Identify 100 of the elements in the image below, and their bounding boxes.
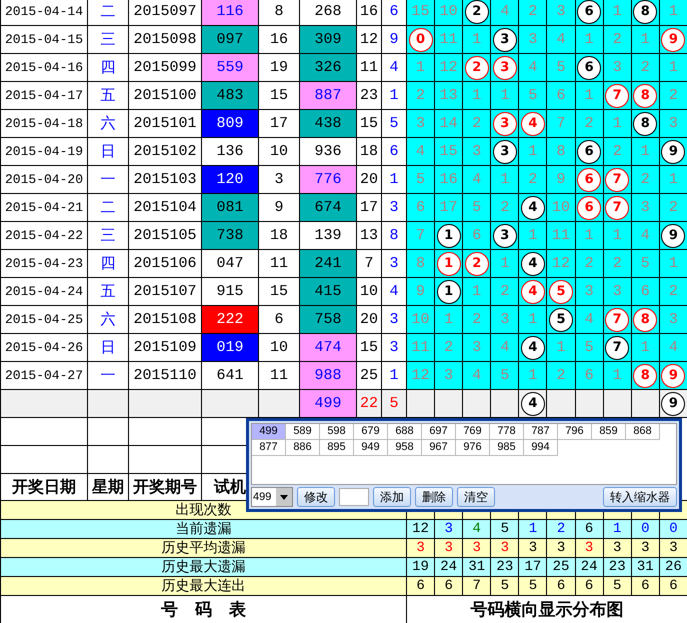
table-cell: 2015-04-21 — [0, 194, 88, 222]
table-cell: 1 — [631, 138, 660, 166]
table-cell: 1 — [603, 222, 632, 250]
table-cell: 3 — [659, 306, 687, 334]
list-item[interactable]: 949 — [354, 440, 388, 456]
table-cell: 1 — [518, 362, 547, 390]
table-cell: 6 — [462, 222, 491, 250]
table-cell: 16 — [434, 166, 463, 194]
dropdown-icon[interactable] — [276, 488, 292, 506]
transfer-button[interactable]: 转入缩水器 — [603, 487, 677, 507]
table-cell: 26 — [659, 558, 687, 576]
table-cell: 7 — [546, 110, 576, 138]
list-item[interactable]: 778 — [490, 424, 524, 440]
list-item[interactable]: 868 — [626, 424, 660, 440]
table-cell: 1 — [462, 278, 491, 306]
table-cell: 936 — [300, 138, 356, 166]
list-item[interactable]: 787 — [524, 424, 558, 440]
number-dropdown[interactable]: 499 — [251, 487, 293, 507]
table-cell: 二 — [88, 194, 128, 222]
table-cell: 2015-04-14 — [0, 0, 88, 26]
table-cell: 6 — [631, 576, 660, 596]
table-cell: 081 — [202, 194, 258, 222]
table-cell: 三 — [88, 26, 128, 54]
table-cell: 3 — [490, 306, 519, 334]
table-cell: 31 — [462, 558, 491, 576]
table-cell: 120 — [202, 166, 258, 194]
list-item[interactable]: 679 — [354, 424, 388, 440]
list-item[interactable]: 859 — [592, 424, 626, 440]
row-label: 历史最大遗漏 — [0, 558, 406, 576]
list-item[interactable]: 877 — [252, 440, 286, 456]
table-cell: 2015-04-25 — [0, 306, 88, 334]
list-item[interactable]: 967 — [422, 440, 456, 456]
table-cell: 20 — [356, 306, 382, 334]
number-input-field[interactable] — [339, 488, 369, 506]
list-item[interactable]: 994 — [524, 440, 558, 456]
table-cell: 13 — [434, 82, 463, 110]
table-cell: 3 — [406, 538, 435, 558]
table-cell: 5 — [575, 334, 604, 362]
number-ball: 2 — [464, 56, 489, 80]
number-ball: 7 — [605, 84, 630, 108]
number-ball: 1 — [436, 280, 461, 304]
table-cell: 23 — [603, 558, 632, 576]
table-cell: 3 — [490, 538, 519, 558]
table-cell: 13 — [356, 222, 382, 250]
list-item[interactable]: 688 — [388, 424, 422, 440]
table-cell: 2 — [518, 0, 547, 26]
number-ball: 4 — [520, 252, 545, 276]
delete-button[interactable]: 删除 — [415, 487, 453, 507]
list-item[interactable]: 697 — [422, 424, 456, 440]
number-ball: 6 — [577, 168, 602, 192]
table-cell: 2015-04-15 — [0, 26, 88, 54]
table-cell: 559 — [202, 54, 258, 82]
table-cell: 2 — [603, 26, 632, 54]
table-cell: 241 — [300, 250, 356, 278]
table-cell: 10 — [406, 306, 435, 334]
number-ball: 8 — [633, 112, 658, 136]
table-cell: 五 — [88, 82, 128, 110]
list-item[interactable]: 985 — [490, 440, 524, 456]
table-cell: 4 — [490, 334, 519, 362]
list-item[interactable]: 589 — [286, 424, 320, 440]
table-cell: 1 — [603, 520, 632, 538]
table-cell: 2 — [631, 166, 660, 194]
table-cell: 3 — [603, 278, 632, 306]
table-cell: 11 — [356, 54, 382, 82]
list-item[interactable]: 499 — [252, 424, 286, 440]
list-item[interactable]: 886 — [286, 440, 320, 456]
table-cell: 10 — [356, 278, 382, 306]
table-cell: 一 — [88, 166, 128, 194]
list-item[interactable]: 976 — [456, 440, 490, 456]
list-item[interactable]: 769 — [456, 424, 490, 440]
table-cell: 5 — [603, 576, 632, 596]
table-cell: 12 — [406, 520, 435, 538]
table-cell: 7 — [406, 222, 435, 250]
list-item[interactable]: 796 — [558, 424, 592, 440]
number-ball: 7 — [605, 196, 630, 220]
table-cell: 499 — [300, 390, 356, 418]
number-ball: 3 — [492, 56, 517, 80]
table-cell: 5 — [490, 520, 519, 538]
number-ball: 9 — [661, 364, 686, 388]
table-cell: 2 — [603, 138, 632, 166]
table-cell: 15 — [434, 138, 463, 166]
table-cell: 15 — [406, 0, 435, 26]
table-cell: 2015-04-19 — [0, 138, 88, 166]
table-cell: 1 — [462, 26, 491, 54]
table-cell: 6 — [659, 576, 687, 596]
number-ball: 7 — [605, 168, 630, 192]
table-cell: 1 — [490, 166, 519, 194]
table-cell: 3 — [434, 362, 463, 390]
number-ball: 8 — [633, 364, 658, 388]
table-cell: 4 — [518, 54, 547, 82]
table-cell: 1 — [659, 54, 687, 82]
list-item[interactable]: 895 — [320, 440, 354, 456]
table-title: 号 码 表 — [0, 596, 406, 623]
table-cell: 6 — [434, 576, 463, 596]
table-cell: 5 — [462, 194, 491, 222]
clear-button[interactable]: 清空 — [457, 487, 495, 507]
add-button[interactable]: 添加 — [373, 487, 411, 507]
table-cell: 2 — [603, 250, 632, 278]
modify-button[interactable]: 修改 — [297, 487, 335, 507]
list-item[interactable]: 958 — [388, 440, 422, 456]
